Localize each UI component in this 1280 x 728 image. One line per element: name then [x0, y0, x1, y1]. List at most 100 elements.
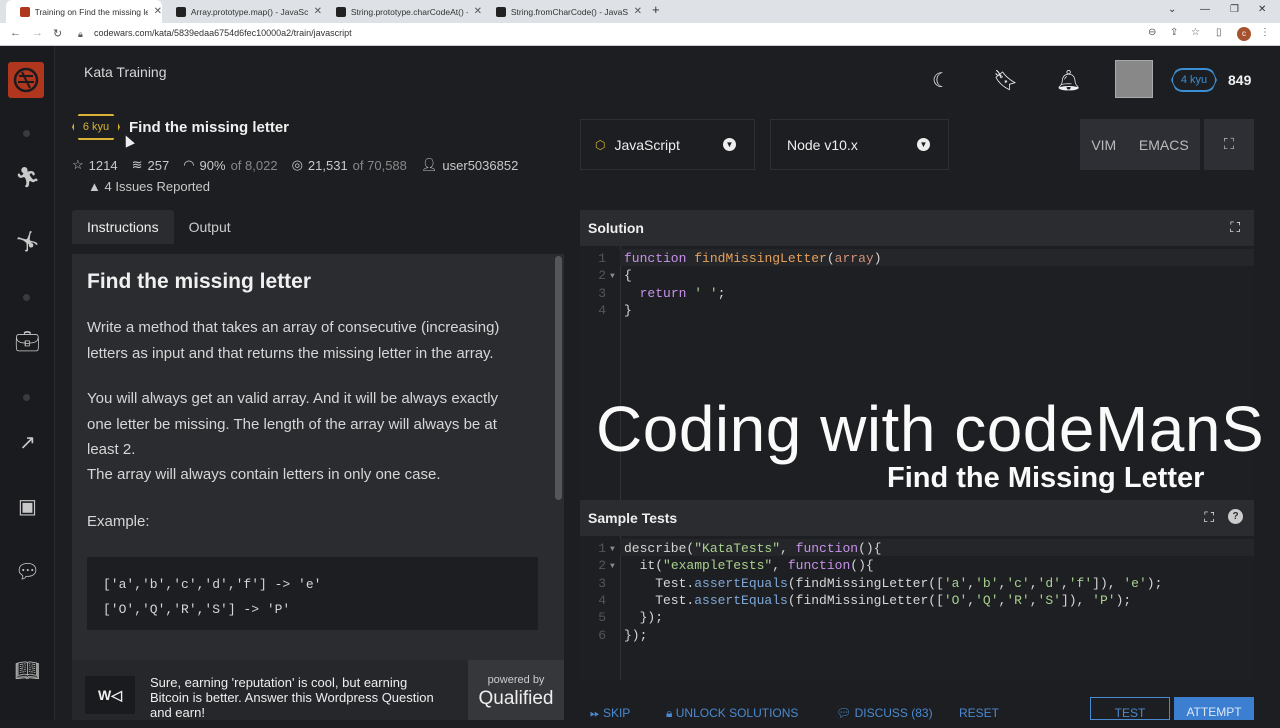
code-line: }); [624, 610, 664, 625]
issues-link[interactable]: ▲ 4 Issues Reported [88, 179, 210, 194]
user-rank-badge: 4 kyu [1171, 68, 1217, 92]
ad-text: Sure, earning 'reputation' is cool, but … [150, 675, 434, 720]
chevron-down-icon: ▼ [723, 138, 736, 151]
author-stat[interactable]: 👤︎ user5036852 [421, 157, 518, 173]
star-icon: ☆ [72, 157, 84, 172]
back-icon[interactable]: ← [10, 27, 21, 39]
sidepanel-icon[interactable]: ▯ [1216, 27, 1222, 38]
bookmark-star-icon[interactable]: ☆ [1191, 27, 1200, 38]
tab-search-icon[interactable]: ⌄ [1168, 4, 1176, 15]
codewars-logo[interactable] [8, 62, 44, 98]
wordpress-ad-icon: W◁ [85, 676, 135, 714]
fold-arrow-icon[interactable]: ▼ [610, 545, 615, 554]
jobs-nav-icon[interactable]: 💼︎ [0, 329, 55, 354]
bookmarks-icon[interactable]: 🔖︎ [993, 68, 1018, 93]
fullscreen-button[interactable]: ⛶ [1204, 119, 1254, 170]
window-close-icon[interactable]: ✕ [1258, 4, 1266, 15]
tab-instructions[interactable]: Instructions [72, 210, 174, 244]
version-select[interactable]: Node v10.x ▼ [770, 119, 949, 170]
expand-icon[interactable]: ⛶ [1204, 509, 1214, 526]
instructions-paragraph-3: The array will always contain letters in… [87, 466, 441, 483]
skip-label: SKIP [602, 706, 631, 720]
sample-tests-title: Sample Tests [588, 510, 678, 526]
leaderboard-nav-icon[interactable]: ↗ [0, 430, 55, 455]
instruction-tabs: Instructions Output [72, 210, 246, 244]
profile-avatar[interactable]: c [1237, 27, 1251, 41]
vim-mode-button[interactable]: VIM [1091, 137, 1116, 153]
forward-icon[interactable]: → [32, 27, 43, 39]
discuss-label: DISCUSS (83) [854, 706, 933, 720]
qualified-logo: Qualified [478, 688, 554, 709]
solution-title: Solution [588, 220, 644, 236]
maximize-icon[interactable]: ❐ [1230, 4, 1239, 15]
code-line: Test.assertEquals(findMissingLetter(['a'… [624, 576, 1163, 591]
browser-tab-2[interactable]: Array.prototype.map() - JavaScrip ✕ [162, 0, 322, 23]
browser-menu-icon[interactable]: ⋮ [1260, 27, 1270, 38]
expand-icon[interactable]: ⛶ [1230, 219, 1240, 236]
instructions-paragraph-1: Write a method that takes an array of co… [87, 319, 500, 362]
javascript-hex-icon: ⬡ [595, 137, 606, 152]
training-nav-icon[interactable]: 🤸︎ [0, 229, 55, 254]
kata-stats: ☆ 1214 ≋ 257 ◠ 90% of 8,022 ◎ 21,531 of 70,588… [72, 157, 518, 173]
fold-arrow-icon[interactable]: ▼ [610, 272, 615, 281]
issues-label: 4 Issues Reported [104, 179, 211, 194]
chat-nav-icon[interactable]: 💬︎ [0, 559, 55, 584]
instructions-heading: Find the missing letter [87, 270, 312, 293]
code-line: it("exampleTests", function(){ [624, 558, 874, 573]
browser-tab-title: String.fromCharCode() - JavaScrip [510, 6, 628, 17]
line-number: 4 [598, 303, 606, 318]
lock-icon[interactable]: 🔒︎ [78, 29, 83, 40]
tab-output[interactable]: Output [174, 210, 246, 244]
collections-count: 257 [147, 157, 170, 173]
line-number: 3 [598, 286, 606, 301]
code-line: return ' '; [639, 286, 726, 301]
browser-tab-3[interactable]: String.prototype.charCodeAt() - J ✕ [322, 0, 482, 23]
reset-button[interactable]: RESET [959, 706, 999, 720]
satisfaction-value: 90% [199, 157, 226, 173]
url-field[interactable]: codewars.com/kata/5839edaa6754d6fec10000… [94, 28, 352, 38]
comment-icon: 💬︎ [836, 706, 852, 720]
browser-tab-title: String.prototype.charCodeAt() - J [350, 6, 468, 17]
docs-nav-icon[interactable]: 📖︎ [0, 658, 55, 683]
author-name: user5036852 [442, 157, 519, 173]
close-tab-icon[interactable]: ✕ [154, 6, 162, 17]
line-number: 1 [598, 541, 606, 556]
practice-nav-icon[interactable]: 🏃︎ [0, 165, 55, 190]
notifications-bell-icon[interactable]: 🔔︎ [1056, 68, 1081, 93]
browser-tab-4[interactable]: String.fromCharCode() - JavaScrip ✕ [482, 0, 642, 23]
user-avatar[interactable] [1115, 60, 1153, 98]
powered-by-qualified[interactable]: powered by Qualified [468, 660, 564, 720]
help-icon[interactable]: ? [1228, 509, 1243, 524]
zoom-icon[interactable]: ⊖ [1148, 27, 1156, 38]
new-tab-icon[interactable]: + [652, 2, 660, 17]
browser-tab-1[interactable]: Training on Find the missing lette ✕ [6, 0, 162, 23]
warning-icon: ▲ [88, 179, 101, 194]
close-tab-icon[interactable]: ✕ [314, 6, 322, 17]
discuss-button[interactable]: 💬︎ DISCUSS (83) [836, 706, 933, 720]
attempt-button[interactable]: ATTEMPT [1174, 697, 1254, 720]
address-bar: ← → ↻ 🔒︎ codewars.com/kata/5839edaa6754d… [0, 23, 1280, 46]
line-number: 5 [598, 610, 606, 625]
reload-icon[interactable]: ↻ [53, 27, 62, 40]
browser-tab-title: Training on Find the missing lette [34, 6, 148, 17]
code-line: function findMissingLetter(array) [624, 251, 882, 266]
ad-banner[interactable]: W◁ Sure, earning 'reputation' is cool, b… [72, 660, 564, 720]
instructions-scrollbar[interactable] [555, 256, 562, 500]
test-button[interactable]: TEST [1090, 697, 1170, 720]
close-tab-icon[interactable]: ✕ [474, 6, 482, 17]
close-tab-icon[interactable]: ✕ [634, 6, 642, 17]
sample-tests-editor[interactable]: 1 2 3 4 5 6 ▼ ▼ describe("KataTests", fu… [580, 536, 1254, 680]
minimize-icon[interactable]: — [1200, 4, 1210, 15]
stars-stat[interactable]: ☆ 1214 [72, 157, 118, 173]
discord-nav-icon[interactable]: ▣ [0, 494, 55, 519]
emacs-mode-button[interactable]: EMACS [1139, 137, 1189, 153]
satisfaction-icon: ◠ [183, 157, 195, 172]
skip-icon: ⏩︎ [590, 706, 600, 720]
skip-button[interactable]: ⏩︎ SKIP [590, 706, 630, 721]
collections-stat[interactable]: ≋ 257 [132, 157, 170, 173]
share-icon[interactable]: ⇪ [1170, 27, 1178, 38]
fold-arrow-icon[interactable]: ▼ [610, 562, 615, 571]
dark-mode-icon[interactable]: ☾ [932, 68, 950, 93]
unlock-solutions-button[interactable]: 🔒︎ UNLOCK SOLUTIONS [666, 706, 798, 721]
language-select[interactable]: ⬡ JavaScript ▼ [580, 119, 755, 170]
